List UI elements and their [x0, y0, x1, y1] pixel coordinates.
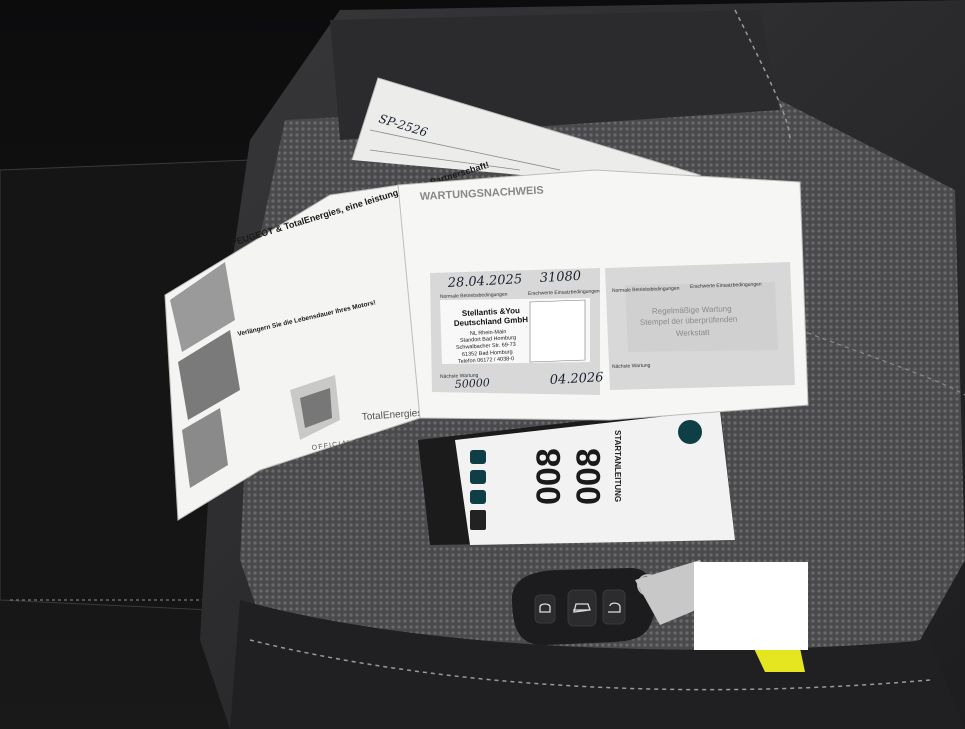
manual-lion-badge — [678, 420, 702, 444]
manual-vertical-title: STARTANLEITUNG — [613, 430, 622, 502]
manual-model-label-second: 008 — [570, 448, 608, 505]
photo-canvas: 008 008 STARTANLEITUNG SP-2526 PEUGEOT &… — [0, 0, 965, 729]
stamp-placeholder-line3: Werkstatt — [676, 328, 711, 338]
next-date-handwritten: 04.2026 — [549, 370, 603, 388]
manual-model-label: 008 — [530, 448, 568, 505]
service-km-handwritten: 31080 — [539, 269, 581, 286]
next-km-handwritten: 50000 — [454, 376, 490, 391]
redaction-box — [694, 562, 808, 650]
photo-scene: 008 008 STARTANLEITUNG SP-2526 PEUGEOT &… — [0, 0, 965, 729]
